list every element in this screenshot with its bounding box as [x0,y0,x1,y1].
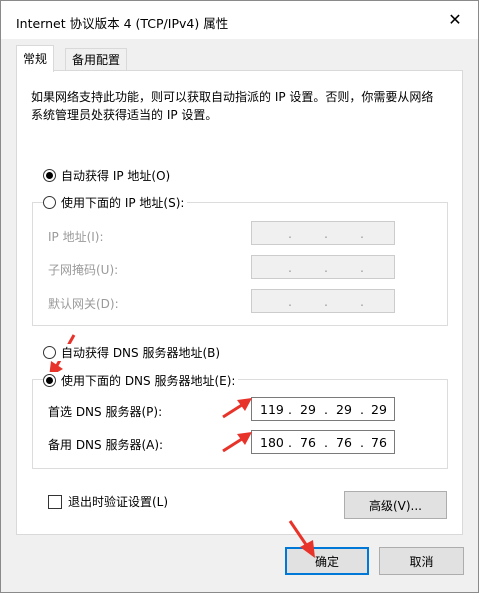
cancel-button[interactable]: 取消 [379,547,464,575]
default-gateway-input: ... [251,289,395,313]
radio-auto-dns-indicator[interactable] [43,346,56,359]
radio-manual-ip-indicator[interactable] [43,196,56,209]
tab-alternate-config-label: 备用配置 [72,53,121,67]
advanced-button[interactable]: 高级(V)... [344,491,447,519]
close-icon: ✕ [448,10,462,29]
radio-auto-ip[interactable]: 自动获得 IP 地址(O) [43,167,174,184]
preferred-dns-octet-4: 29 [371,402,387,417]
alternate-dns-octet-4: 76 [371,435,387,450]
radio-auto-dns[interactable]: 自动获得 DNS 服务器地址(B) [43,344,224,361]
advanced-button-label: 高级(V)... [368,498,423,513]
preferred-dns-octet-2: 29 [300,402,316,417]
radio-manual-dns-label: 使用下面的 DNS 服务器地址(E): [61,374,236,388]
ip-address-input: ... [251,221,395,245]
radio-auto-dns-label: 自动获得 DNS 服务器地址(B) [61,346,221,360]
radio-manual-dns[interactable]: 使用下面的 DNS 服务器地址(E): [43,372,239,389]
validate-settings-checkbox-box[interactable] [48,494,62,509]
alternate-dns-label: 备用 DNS 服务器(A): [48,438,164,452]
preferred-dns-octet-1: 119 [260,402,284,417]
alternate-dns-octet-3: 76 [336,435,352,450]
intro-text: 如果网络支持此功能，则可以获取自动指派的 IP 设置。否则，你需要从网络系统管理… [31,90,434,122]
alternate-dns-octet-2: 76 [300,435,316,450]
close-button[interactable]: ✕ [432,1,478,39]
validate-settings-label: 退出时验证设置(L) [68,495,169,509]
dialog-window: Internet 协议版本 4 (TCP/IPv4) 属性 ✕ 常规 备用配置 … [0,0,479,593]
window-title: Internet 协议版本 4 (TCP/IPv4) 属性 [16,16,229,31]
radio-auto-ip-indicator[interactable] [43,169,56,182]
alternate-dns-input[interactable]: 180 . 76 . 76 . 76 [251,430,395,454]
radio-manual-ip-label: 使用下面的 IP 地址(S): [61,196,185,210]
validate-settings-checkbox[interactable]: 退出时验证设置(L) [48,493,168,510]
alternate-dns-octet-1: 180 [260,435,284,450]
radio-manual-dns-indicator[interactable] [43,374,56,387]
preferred-dns-label: 首选 DNS 服务器(P): [48,405,163,419]
tab-general-label: 常规 [23,52,48,66]
preferred-dns-input[interactable]: 119 . 29 . 29 . 29 [251,397,395,421]
cancel-button-label: 取消 [409,554,434,569]
dns-groupbox [32,379,448,469]
preferred-dns-octet-3: 29 [336,402,352,417]
tab-general[interactable]: 常规 [16,45,55,72]
ok-button[interactable]: 确定 [285,547,369,575]
subnet-mask-input: ... [251,255,395,279]
tab-alternate-config[interactable]: 备用配置 [65,48,128,71]
default-gateway-label: 默认网关(D): [48,297,119,311]
radio-manual-ip[interactable]: 使用下面的 IP 地址(S): [43,194,188,211]
subnet-mask-label: 子网掩码(U): [48,263,119,277]
ip-address-label: IP 地址(I): [48,230,104,244]
radio-auto-ip-label: 自动获得 IP 地址(O) [61,169,171,183]
ok-button-label: 确定 [314,554,339,569]
title-bar: Internet 协议版本 4 (TCP/IPv4) 属性 ✕ [1,1,478,39]
